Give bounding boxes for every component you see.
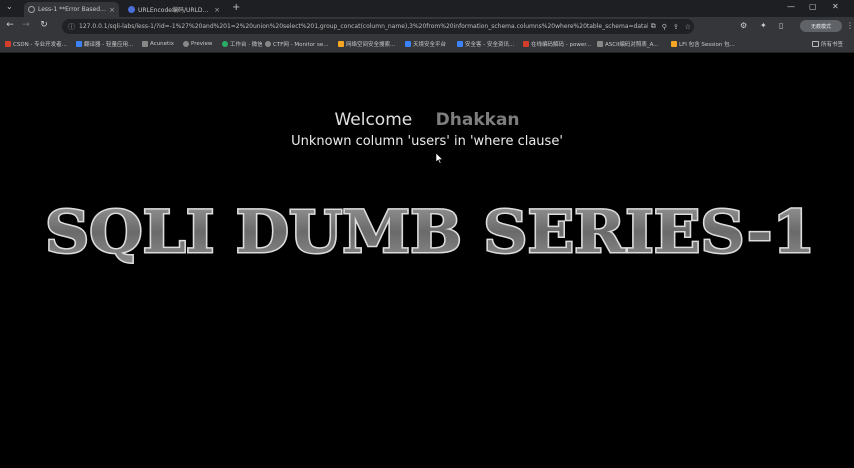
- bookmark-label: 在线编码解码 - power...: [531, 42, 592, 48]
- welcome-text: Welcome: [334, 110, 413, 130]
- bookmark-favicon-icon: [671, 41, 677, 47]
- welcome-line: Welcome Dhakkan: [0, 110, 854, 130]
- tab-search-icon[interactable]: ⌄: [6, 2, 13, 11]
- tab-urlencode[interactable]: URLEncode编码/URLDecode解 ×: [124, 2, 224, 17]
- bookmark-label: Preview: [191, 41, 213, 47]
- incognito-profile-button[interactable]: 无痕模式: [800, 20, 842, 32]
- site-info-icon[interactable]: ⓘ: [68, 22, 75, 32]
- bookmark-favicon-icon: [265, 41, 271, 47]
- translate-icon[interactable]: ⧉: [651, 22, 656, 31]
- sqli-dumb-series-banner: SQLI DUMB SERIES-1: [44, 197, 817, 265]
- bookmark-favicon-icon: [142, 41, 148, 47]
- url-text: 127.0.0.1/sqli-labs/less-1/?id=-1%27%20a…: [79, 23, 648, 30]
- bookmark-favicon-icon: [183, 41, 189, 47]
- sql-error-message: Unknown column 'users' in 'where clause': [291, 134, 563, 149]
- puzzle-icon[interactable]: ✦: [760, 21, 767, 30]
- tab-less-1[interactable]: Less-1 **Error Based- String** ×: [24, 2, 119, 17]
- zoom-icon[interactable]: ⚲: [662, 23, 667, 31]
- username-text: Dhakkan: [435, 110, 520, 130]
- banner-text: SQLI DUMB SERIES-1: [45, 198, 815, 264]
- bookmark-label: 网络空间安全搜索...: [346, 42, 396, 48]
- bookmark-item[interactable]: CTF网 - Monitor se...: [265, 39, 335, 49]
- bookmark-favicon-icon: [523, 41, 529, 47]
- bookmark-item[interactable]: 网络空间安全搜索...: [338, 39, 400, 49]
- extensions-icon[interactable]: ⚙: [740, 21, 747, 30]
- maximize-button[interactable]: ▢: [809, 2, 817, 11]
- close-window-button[interactable]: ✕: [832, 2, 839, 11]
- mouse-pointer-icon: [436, 153, 444, 164]
- bookmark-label: Acunetix: [150, 41, 174, 47]
- bookmark-label: 翻译器 - 轻量应用...: [84, 42, 134, 48]
- browser-toolbar: ← → ↻ ⓘ 127.0.0.1/sqli-labs/less-1/?id=-…: [0, 17, 854, 36]
- all-bookmarks-label: 所有书签: [821, 42, 844, 48]
- bookmark-label: LFI 包含 Session 包...: [679, 42, 735, 48]
- sidebar-icon[interactable]: ▯: [779, 21, 783, 30]
- bookmark-item[interactable]: CSDN - 专业开发者...: [5, 39, 70, 49]
- bookmark-favicon-icon: [457, 41, 463, 47]
- bookmark-favicon-icon: [222, 41, 228, 47]
- tab-strip: ⌄ Less-1 **Error Based- String** × URLEn…: [0, 0, 854, 17]
- reload-icon[interactable]: ↻: [38, 20, 50, 30]
- bookmark-star-icon[interactable]: ☆: [685, 23, 691, 31]
- bookmark-favicon-icon: [5, 41, 11, 47]
- bookmark-item[interactable]: 在线编码解码 - power...: [523, 39, 593, 49]
- menu-icon[interactable]: ⋮: [846, 21, 854, 30]
- globe-icon: [28, 6, 35, 13]
- bookmarks-bar: CSDN - 专业开发者... 翻译器 - 轻量应用... Acunetix P…: [0, 36, 854, 53]
- site-favicon-icon: [128, 6, 135, 13]
- bookmark-item[interactable]: Preview: [183, 39, 217, 49]
- profile-label: 无痕模式: [810, 23, 831, 30]
- bookmark-favicon-icon: [405, 41, 411, 47]
- address-bar[interactable]: ⓘ 127.0.0.1/sqli-labs/less-1/?id=-1%27%2…: [62, 19, 694, 34]
- new-tab-button[interactable]: +: [232, 2, 240, 13]
- bookmark-favicon-icon: [338, 41, 344, 47]
- bookmark-item[interactable]: Acunetix: [142, 39, 180, 49]
- bookmark-label: CSDN - 专业开发者...: [13, 42, 67, 48]
- share-icon[interactable]: ⇪: [673, 23, 679, 31]
- all-bookmarks-button[interactable]: 所有书签: [812, 39, 852, 49]
- bookmark-item[interactable]: LFI 包含 Session 包...: [671, 39, 749, 49]
- bookmark-label: 工作台 · 微信: [230, 42, 262, 48]
- bookmark-favicon-icon: [597, 41, 603, 47]
- back-icon[interactable]: ←: [4, 20, 16, 30]
- bookmark-item[interactable]: 工作台 · 微信: [222, 39, 262, 49]
- bookmark-item[interactable]: 安全客 - 安全资讯...: [457, 39, 519, 49]
- bookmark-label: CTF网 - Monitor se...: [273, 42, 329, 48]
- folder-icon: [812, 41, 819, 47]
- bookmark-item[interactable]: ASCII编码对照表_A...: [597, 39, 667, 49]
- minimize-button[interactable]: —: [787, 2, 795, 11]
- close-tab-icon[interactable]: ×: [214, 6, 220, 14]
- bookmark-item[interactable]: 天境安全平台: [405, 39, 453, 49]
- forward-icon[interactable]: →: [20, 20, 32, 30]
- bookmark-label: 安全客 - 安全资讯...: [465, 42, 515, 48]
- bookmark-favicon-icon: [76, 41, 82, 47]
- close-tab-icon[interactable]: ×: [109, 6, 115, 14]
- tab-title: URLEncode编码/URLDecode解: [138, 7, 211, 14]
- bookmark-item[interactable]: 翻译器 - 轻量应用...: [76, 39, 138, 49]
- tab-title: Less-1 **Error Based- String**: [38, 6, 106, 13]
- bookmark-label: ASCII编码对照表_A...: [605, 42, 659, 48]
- bookmark-label: 天境安全平台: [413, 42, 447, 48]
